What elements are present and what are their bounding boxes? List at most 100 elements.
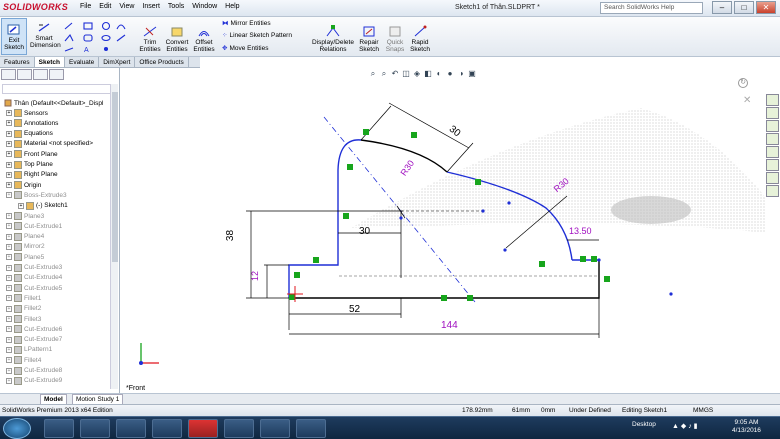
design-library-icon[interactable] <box>766 107 779 119</box>
menu-help[interactable]: Help <box>225 3 239 10</box>
minimize-button[interactable]: – <box>712 1 732 14</box>
expand-icon[interactable]: + <box>6 316 12 322</box>
firefox-icon[interactable] <box>152 419 182 438</box>
expand-icon[interactable]: + <box>6 120 12 127</box>
propertymanager-tab-icon[interactable] <box>17 69 32 80</box>
tree-item[interactable]: + Cut-Extrude4 <box>6 273 62 283</box>
expand-icon[interactable]: + <box>6 161 12 168</box>
expand-icon[interactable]: + <box>6 336 12 343</box>
dimension-38[interactable]: 38 <box>225 230 236 241</box>
search-input[interactable]: Search SolidWorks Help <box>600 2 703 14</box>
menu-view[interactable]: View <box>119 3 134 10</box>
tree-item[interactable]: + Cut-Extrude7 <box>6 335 62 345</box>
tab-evaluate[interactable]: Evaluate <box>65 57 100 67</box>
expand-icon[interactable]: + <box>6 264 12 271</box>
tree-item[interactable]: + Annotations <box>6 118 58 128</box>
tab-features[interactable]: Features <box>0 57 35 67</box>
linear-pattern-button[interactable]: ⁘ Linear Sketch Pattern <box>222 31 292 40</box>
resources-icon[interactable] <box>766 94 779 106</box>
tree-item[interactable]: + Plane3 <box>6 211 44 221</box>
expand-icon[interactable]: + <box>18 202 24 209</box>
expand-icon[interactable]: + <box>6 254 12 261</box>
tab-sketch[interactable]: Sketch <box>34 57 65 67</box>
expand-icon[interactable]: + <box>6 182 12 189</box>
expand-icon[interactable]: + <box>6 243 12 250</box>
tree-item[interactable]: + Cut-Extrude5 <box>6 283 62 293</box>
repair-sketch-button[interactable]: Repair Sketch <box>357 25 381 53</box>
expand-icon[interactable]: + <box>6 171 12 178</box>
menu-file[interactable]: File <box>80 3 91 10</box>
expand-icon[interactable]: + <box>6 346 12 353</box>
tab-office-products[interactable]: Office Products <box>135 57 189 67</box>
units-selector[interactable]: MMGS <box>693 407 713 414</box>
display-delete-relations-button[interactable]: Display/Delete Relations <box>312 25 354 53</box>
tree-filter-input[interactable] <box>2 84 112 94</box>
tree-item[interactable]: + Fillet2 <box>6 304 41 314</box>
dimension-144[interactable]: 144 <box>441 320 458 331</box>
taskbar-app2-icon[interactable] <box>116 419 146 438</box>
graphics-area[interactable]: ⌕ ⌕ ↶ ◫ ◈ ◧ ◐ ● ◑ ▣ 30 R30 R30 38 30 13.… <box>121 68 766 393</box>
tree-item[interactable]: + Equations <box>6 129 53 139</box>
file-explorer-icon[interactable] <box>766 120 779 132</box>
expand-icon[interactable]: + <box>6 213 12 219</box>
tree-item[interactable]: + Boss-Extrude3 <box>6 190 67 200</box>
clock[interactable]: 9:05 AM 4/13/2016 <box>732 419 761 435</box>
expand-icon[interactable]: + <box>6 130 12 137</box>
tree-scroll-thumb[interactable] <box>112 92 118 262</box>
confirmation-corner-icon[interactable]: ↻ <box>738 78 748 88</box>
expand-icon[interactable]: + <box>6 305 12 312</box>
cancel-sketch-icon[interactable]: ✕ <box>743 95 751 106</box>
tree-item[interactable]: + Cut-Extrude3 <box>6 263 62 273</box>
tree-item[interactable]: + LPattern1 <box>6 345 52 355</box>
trim-entities-button[interactable]: Trim Entities <box>137 25 163 53</box>
taskbar-app-icon[interactable] <box>80 419 110 438</box>
close-button[interactable]: ✕ <box>756 1 776 14</box>
tree-item[interactable]: + Top Plane <box>6 160 53 170</box>
tree-item[interactable]: + Cut-Extrude9 <box>6 376 62 386</box>
rapid-sketch-button[interactable]: Rapid Sketch <box>408 25 432 53</box>
maximize-button[interactable]: □ <box>734 1 754 14</box>
sketch-tools-icons[interactable]: A <box>62 21 134 54</box>
dimxpert-tab-icon[interactable] <box>49 69 64 80</box>
configurationmanager-tab-icon[interactable] <box>33 69 48 80</box>
tree-item[interactable]: + Plane4 <box>6 232 44 242</box>
dimension-52[interactable]: 52 <box>349 304 360 315</box>
tree-item[interactable]: + Fillet4 <box>6 355 41 365</box>
tree-item[interactable]: + Plane5 <box>6 252 44 262</box>
word-icon[interactable] <box>224 419 254 438</box>
tree-item[interactable]: + Right Plane <box>6 170 58 180</box>
tree-item[interactable]: + Cut-Extrude6 <box>6 324 62 334</box>
mirror-entities-button[interactable]: ⧓ Mirror Entities <box>222 19 271 28</box>
quick-snaps-button[interactable]: Quick Snaps <box>383 25 407 53</box>
offset-entities-button[interactable]: Offset Entities <box>191 25 217 53</box>
expand-icon[interactable]: + <box>6 151 12 158</box>
expand-icon[interactable]: + <box>6 233 12 240</box>
tree-item[interactable]: + Mirror2 <box>6 242 45 252</box>
tree-item[interactable]: + Fillet3 <box>6 314 41 324</box>
taskbar-app4-icon[interactable] <box>296 419 326 438</box>
convert-entities-button[interactable]: Convert Entities <box>163 25 191 53</box>
expand-icon[interactable]: + <box>6 357 12 364</box>
expand-icon[interactable]: + <box>6 377 12 384</box>
tab-dimxpert[interactable]: DimXpert <box>99 57 136 67</box>
tree-item[interactable]: + Front Plane <box>6 149 58 159</box>
desktop-toolbar[interactable]: Desktop <box>632 421 656 428</box>
dimension-30-mid[interactable]: 30 <box>359 226 370 237</box>
explorer-icon[interactable] <box>44 419 74 438</box>
expand-icon[interactable]: + <box>6 285 12 292</box>
tree-item[interactable]: + (-) Sketch1 <box>18 201 68 211</box>
view-palette-icon[interactable] <box>766 133 779 145</box>
menu-insert[interactable]: Insert <box>142 3 160 10</box>
dimension-13-50[interactable]: 13.50 <box>569 226 592 236</box>
toolbox-icon[interactable] <box>766 185 779 197</box>
solidworks-taskbar-icon[interactable] <box>188 419 218 438</box>
exit-sketch-button[interactable]: Exit Sketch <box>1 18 27 55</box>
menu-edit[interactable]: Edit <box>99 3 111 10</box>
expand-icon[interactable]: + <box>6 326 12 333</box>
tree-item[interactable]: + Origin <box>6 180 41 190</box>
forum-icon[interactable] <box>766 172 779 184</box>
taskbar-app3-icon[interactable] <box>260 419 290 438</box>
expand-icon[interactable]: + <box>6 274 12 281</box>
appearances-icon[interactable] <box>766 146 779 158</box>
expand-icon[interactable]: + <box>6 192 12 199</box>
